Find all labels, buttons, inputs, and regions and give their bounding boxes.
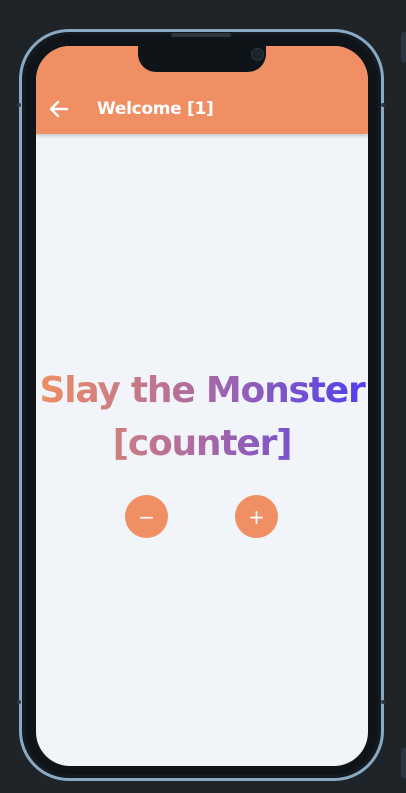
decrement-button[interactable]: −	[125, 495, 168, 538]
side-button	[381, 103, 385, 107]
camera-notch	[138, 46, 266, 72]
plus-icon: +	[248, 504, 265, 529]
headline-line-2: [counter]	[112, 423, 292, 464]
adjacent-device-edge	[401, 748, 406, 778]
phone-screen: Welcome [1] Slay the Monster [counter] −…	[36, 46, 368, 766]
speaker-grille	[171, 33, 231, 37]
camera-icon	[251, 48, 264, 61]
stage: Welcome [1] Slay the Monster [counter] −…	[0, 0, 406, 793]
page-title: Welcome [1]	[97, 99, 214, 119]
arrow-left-icon	[49, 100, 69, 118]
back-button[interactable]	[48, 98, 70, 120]
side-button	[17, 103, 21, 107]
increment-button[interactable]: +	[235, 495, 278, 538]
side-button	[381, 700, 385, 704]
headline: Slay the Monster [counter]	[36, 364, 368, 470]
minus-icon: −	[138, 504, 155, 529]
headline-line-1: Slay the Monster	[39, 370, 365, 411]
adjacent-device-edge	[401, 32, 406, 62]
side-button	[17, 700, 21, 704]
